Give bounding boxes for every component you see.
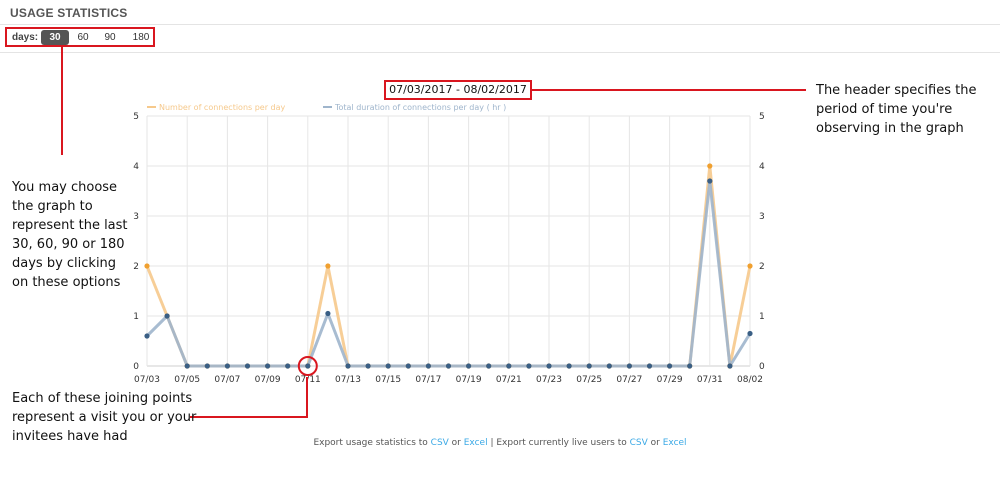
data-point-duration (305, 363, 311, 369)
data-point-duration (566, 363, 572, 369)
legend-label-connections: Number of connections per day (159, 103, 286, 112)
footer-or: or (448, 438, 464, 448)
export-usage-excel-link[interactable]: Excel (464, 438, 488, 448)
data-point-duration (707, 178, 713, 184)
data-point-duration (405, 363, 411, 369)
data-point-duration (325, 310, 331, 317)
footer-text: Export usage statistics to (313, 438, 431, 448)
data-point-duration (606, 363, 612, 369)
y-tick-label-right: 0 (759, 362, 765, 372)
x-tick-label: 07/25 (576, 375, 602, 385)
data-point-connections (325, 263, 331, 269)
data-point-duration (687, 363, 693, 369)
y-tick-label-left: 3 (133, 212, 139, 222)
data-point-duration (224, 363, 230, 369)
x-tick-label: 07/31 (697, 375, 723, 385)
y-tick-label-right: 2 (759, 262, 765, 272)
export-live-excel-link[interactable]: Excel (663, 438, 687, 448)
export-usage-csv-link[interactable]: CSV (431, 438, 449, 448)
y-tick-label-left: 5 (133, 112, 139, 122)
data-point-duration (626, 363, 633, 369)
data-point-duration (486, 363, 492, 369)
x-tick-label: 07/03 (134, 375, 160, 385)
x-tick-label: 07/21 (496, 375, 522, 385)
data-point-connections (144, 263, 150, 269)
data-point-duration (204, 363, 210, 369)
data-point-duration (747, 330, 753, 337)
data-point-duration (466, 363, 472, 369)
data-point-duration (385, 363, 391, 369)
x-tick-label: 07/29 (657, 375, 683, 385)
data-point-connections (747, 263, 753, 269)
x-tick-label: 08/02 (737, 375, 763, 385)
data-point-duration (506, 363, 512, 369)
x-tick-label: 07/23 (536, 375, 562, 385)
x-tick-label: 07/15 (375, 375, 401, 385)
x-tick-label: 07/13 (335, 375, 361, 385)
footer-separator: | Export currently live users to (487, 438, 630, 448)
x-tick-label: 07/19 (456, 375, 482, 385)
date-range-header: 07/03/2017 - 08/02/2017 (384, 80, 532, 100)
y-tick-label-left: 1 (133, 312, 139, 322)
header-callout-line (532, 89, 806, 91)
footer-or: or (647, 438, 663, 448)
points-callout-line-horizontal (190, 416, 308, 418)
series-line-duration (145, 179, 752, 368)
x-tick-label: 07/17 (415, 375, 441, 385)
y-tick-label-left: 2 (133, 262, 139, 272)
y-tick-label-left: 0 (133, 362, 139, 372)
data-point-duration (445, 363, 452, 369)
y-tick-label-right: 4 (759, 162, 765, 172)
data-point-connections (707, 163, 713, 169)
x-tick-label: 07/09 (255, 375, 281, 385)
y-tick-label-right: 5 (759, 112, 765, 122)
data-point-duration (144, 333, 150, 339)
x-tick-label: 07/05 (174, 375, 200, 385)
x-tick-label: 07/27 (616, 375, 642, 385)
header-annotation: The header specifies the period of time … (816, 83, 977, 136)
data-point-duration (425, 363, 431, 369)
data-point-duration (184, 363, 190, 369)
y-tick-label-left: 4 (133, 162, 139, 172)
data-point-duration (727, 363, 733, 369)
data-point-duration (526, 363, 532, 369)
data-point-duration (244, 363, 251, 369)
data-point-duration (365, 363, 371, 369)
data-point-duration (164, 313, 170, 319)
data-point-duration (586, 363, 592, 369)
export-live-csv-link[interactable]: CSV (630, 438, 648, 448)
y-tick-label-right: 1 (759, 312, 765, 322)
data-point-duration (345, 363, 351, 369)
legend-label-duration: Total duration of connections per day ( … (334, 103, 506, 112)
x-tick-label: 07/07 (214, 375, 240, 385)
data-point-duration (265, 363, 271, 369)
points-callout-line-vertical (306, 377, 308, 417)
data-point-duration (667, 363, 673, 369)
data-point-duration (285, 363, 291, 369)
data-point-duration (546, 363, 552, 369)
data-point-duration (646, 363, 653, 369)
export-footer: Export usage statistics to CSV or Excel … (0, 438, 1000, 448)
days-annotation: You may choose the graph to represent th… (12, 180, 128, 290)
y-tick-label-right: 3 (759, 212, 765, 222)
days-callout-line (61, 47, 63, 155)
